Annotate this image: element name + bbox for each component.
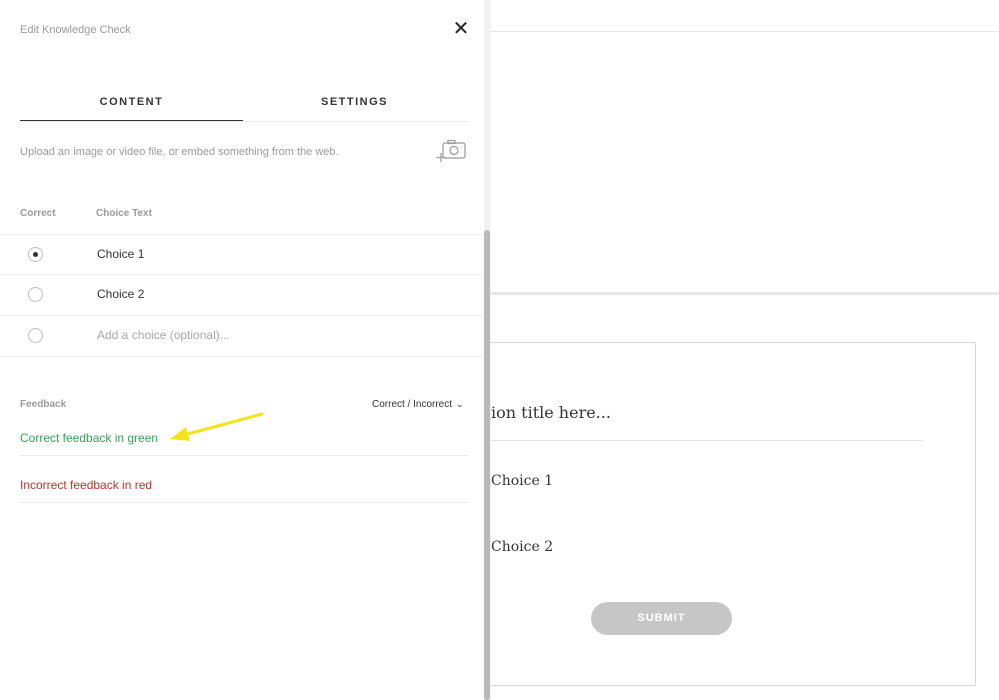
radio-selected-dot bbox=[33, 252, 38, 257]
panel-scrollbar-thumb[interactable] bbox=[484, 230, 490, 700]
preview-choice-2[interactable]: Choice 2 bbox=[491, 539, 553, 555]
preview-question-title[interactable]: ion title here... bbox=[491, 401, 923, 441]
tab-content[interactable]: CONTENT bbox=[20, 96, 243, 121]
tab-content-label: CONTENT bbox=[99, 96, 164, 108]
choice-row: Choice 1 bbox=[0, 234, 484, 275]
panel-title: Edit Knowledge Check bbox=[20, 24, 131, 36]
choice-text-field[interactable]: Choice 2 bbox=[97, 287, 144, 301]
preview-choice-1[interactable]: Choice 1 bbox=[491, 473, 553, 489]
close-button[interactable]: ✕ bbox=[452, 18, 470, 40]
add-media-camera-icon[interactable] bbox=[436, 139, 468, 163]
knowledge-check-card bbox=[478, 342, 976, 686]
choice-text-field[interactable]: Choice 1 bbox=[97, 247, 144, 261]
preview-block bbox=[490, 32, 999, 295]
submit-button[interactable]: SUBMIT bbox=[591, 602, 732, 635]
chevron-down-icon: ⌄ bbox=[456, 399, 464, 409]
upload-media-hint[interactable]: Upload an image or video file, or embed … bbox=[20, 146, 339, 158]
close-icon: ✕ bbox=[452, 18, 470, 40]
column-header-choice-text: Choice Text bbox=[96, 208, 152, 219]
correct-radio[interactable] bbox=[28, 287, 43, 302]
tab-settings[interactable]: SETTINGS bbox=[243, 96, 466, 120]
correct-radio[interactable] bbox=[28, 328, 43, 343]
annotation-arrow-icon bbox=[170, 412, 264, 441]
preview-header-band bbox=[490, 0, 999, 32]
column-header-correct: Correct bbox=[20, 208, 56, 219]
panel-tabs: CONTENT SETTINGS bbox=[20, 96, 468, 122]
correct-radio[interactable] bbox=[28, 247, 43, 262]
tab-settings-label: SETTINGS bbox=[320, 96, 388, 108]
choice-row: Choice 2 bbox=[0, 274, 484, 315]
incorrect-feedback-field[interactable]: Incorrect feedback in red bbox=[20, 478, 468, 503]
feedback-mode-dropdown[interactable]: Correct / Incorrect ⌄ bbox=[372, 399, 464, 410]
add-choice-row: Add a choice (optional)... bbox=[0, 315, 484, 357]
edit-knowledge-check-panel: Edit Knowledge Check ✕ CONTENT SETTINGS … bbox=[0, 0, 485, 700]
feedback-mode-value: Correct / Incorrect bbox=[372, 399, 453, 410]
feedback-label: Feedback bbox=[20, 399, 67, 410]
add-choice-input[interactable]: Add a choice (optional)... bbox=[97, 328, 230, 342]
